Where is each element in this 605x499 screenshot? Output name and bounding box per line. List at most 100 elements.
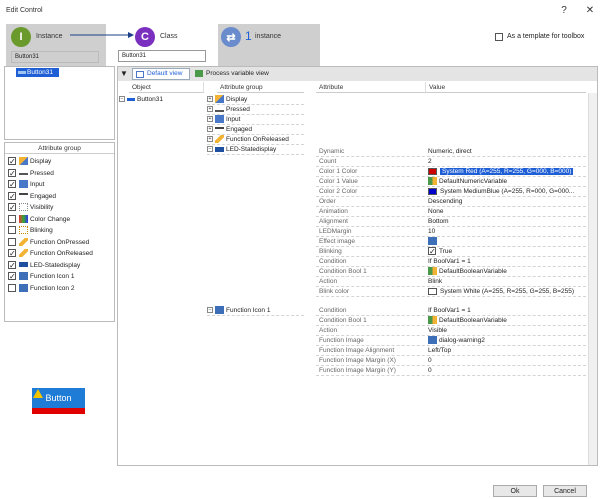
attribute-group-item[interactable]: Input <box>5 179 114 191</box>
attribute-group-checkbox[interactable] <box>8 168 16 177</box>
attribute-value[interactable]: If BoolVar1 = 1 <box>428 257 586 267</box>
object-column-header[interactable]: Object <box>129 82 204 93</box>
template-checkbox-row[interactable]: As a template for toolbox <box>495 33 584 43</box>
attribute-group-item[interactable]: Engaged <box>5 191 114 203</box>
attribute-row[interactable]: Alignment Bottom <box>316 217 586 227</box>
ok-button[interactable]: Ok <box>493 485 537 497</box>
attribute-group-checkbox[interactable] <box>8 249 16 258</box>
attribute-group-checkbox[interactable] <box>8 283 16 292</box>
process-view-button[interactable]: Process variable view <box>194 68 269 80</box>
attribute-row[interactable]: Animation None <box>316 207 586 217</box>
group-tree-item[interactable]: − LED-Statedisplay <box>207 145 304 155</box>
expand-icon[interactable]: + <box>207 136 213 143</box>
attribute-row[interactable]: Color 2 Color System MediumBlue (A=255, R… <box>316 187 586 197</box>
attribute-row[interactable]: Order Descending <box>316 197 586 207</box>
attribute-column-header[interactable]: Attribute <box>316 82 426 93</box>
attribute-value[interactable]: Blink <box>428 277 586 287</box>
attribute-value[interactable]: 2 <box>428 157 586 167</box>
attribute-value[interactable] <box>428 237 586 247</box>
attribute-row[interactable]: Action Visible <box>316 326 586 336</box>
attribute-group-checkbox[interactable] <box>8 180 16 189</box>
expand-icon[interactable]: + <box>207 116 213 123</box>
attribute-value[interactable]: Bottom <box>428 217 586 227</box>
attribute-row[interactable]: Color 1 Value DefaultNumericVariable <box>316 177 586 187</box>
attribute-value[interactable]: None <box>428 207 586 217</box>
collapse-icon[interactable]: − <box>207 146 213 153</box>
attribute-group-item[interactable]: Visibility <box>5 202 114 214</box>
object-tree-item[interactable]: − Button31 <box>119 95 163 105</box>
attribute-group-item[interactable]: Function Icon 2 <box>5 283 114 295</box>
attribute-row[interactable]: Color 1 Color System Red (A=255, R=255, G… <box>316 167 586 177</box>
value-column-header[interactable]: Value <box>426 82 586 93</box>
filter-icon[interactable]: ▼ <box>120 69 128 78</box>
attribute-value[interactable]: 0 <box>428 356 586 366</box>
attribute-group-item[interactable]: Blinking <box>5 225 114 237</box>
attribute-group-item[interactable]: Function OnReleased <box>5 248 114 260</box>
attribute-value[interactable]: DefaultBooleanVariable <box>428 267 586 277</box>
group-tree-item[interactable]: + Function OnReleased <box>207 135 304 145</box>
attribute-group-item[interactable]: LED-Statedisplay <box>5 260 114 272</box>
attribute-value[interactable]: Numeric, direct <box>428 147 586 157</box>
collapse-icon[interactable]: − <box>119 96 125 103</box>
instance-count-step[interactable]: ⇄ 1 instance <box>218 24 320 69</box>
attribute-group-item[interactable]: Color Change <box>5 214 114 226</box>
attribute-group-checkbox[interactable] <box>8 237 16 246</box>
group-tree-item[interactable]: + Pressed <box>207 105 304 115</box>
group-tree-item[interactable]: + Input <box>207 115 304 125</box>
group-column-header[interactable]: Attribute group <box>217 82 304 93</box>
attribute-group-item[interactable]: Function OnPressed <box>5 237 114 249</box>
attribute-row[interactable]: Blinking True <box>316 247 586 257</box>
attribute-value[interactable]: 0 <box>428 366 586 376</box>
attribute-value[interactable]: 10 <box>428 227 586 237</box>
vertical-scrollbar[interactable] <box>588 93 597 465</box>
group-tree-item[interactable]: + Display <box>207 95 304 105</box>
attribute-value[interactable]: DefaultBooleanVariable <box>428 316 586 326</box>
class-name-field[interactable]: Button31 <box>118 50 206 62</box>
attribute-group-checkbox[interactable] <box>8 260 16 269</box>
attribute-value[interactable]: System White (A=255, R=255, G=255, B=255… <box>428 287 586 297</box>
attribute-group-checkbox[interactable] <box>8 272 16 281</box>
class-step[interactable]: C Class Button31 <box>116 24 208 66</box>
attribute-value[interactable]: dialog-warning2 <box>428 336 586 346</box>
attribute-row[interactable]: Function Image Margin (X) 0 <box>316 356 586 366</box>
attribute-row[interactable]: Function Image dialog-warning2 <box>316 336 586 346</box>
attribute-value[interactable]: Visible <box>428 326 586 336</box>
attribute-value[interactable]: DefaultNumericVariable <box>428 177 586 187</box>
attribute-value[interactable]: True <box>428 247 586 257</box>
group-tree-item-function-icon-1[interactable]: − Function Icon 1 <box>207 306 304 316</box>
attribute-value[interactable]: If BoolVar1 = 1 <box>428 306 586 316</box>
attribute-group-checkbox[interactable] <box>8 191 16 200</box>
attribute-value[interactable]: Left/Top <box>428 346 586 356</box>
attribute-value[interactable]: System Red (A=255, R=255, G=000, B=000) <box>428 167 586 177</box>
value-checkbox[interactable] <box>428 247 436 256</box>
help-button[interactable]: ? <box>558 5 570 16</box>
close-button[interactable]: ✕ <box>584 5 596 16</box>
instance-name-field[interactable]: Button31 <box>11 51 99 63</box>
collapse-icon[interactable]: − <box>207 307 213 314</box>
tree-item-button31[interactable]: Button31 <box>16 68 59 77</box>
attribute-value[interactable]: System MediumBlue (A=255, R=000, G=000..… <box>428 187 586 197</box>
attribute-group-checkbox[interactable] <box>8 203 16 212</box>
expand-icon[interactable]: + <box>207 126 213 133</box>
attribute-row[interactable]: Condition If BoolVar1 = 1 <box>316 306 586 316</box>
expand-icon[interactable]: + <box>207 96 213 103</box>
attribute-row[interactable]: Action Blink <box>316 277 586 287</box>
attribute-row[interactable]: Condition If BoolVar1 = 1 <box>316 257 586 267</box>
attribute-row[interactable]: Count 2 <box>316 157 586 167</box>
attribute-group-checkbox[interactable] <box>8 226 16 235</box>
attribute-row[interactable]: Dynamic Numeric, direct <box>316 147 586 157</box>
default-view-button[interactable]: Default view <box>132 68 190 80</box>
attribute-row[interactable]: Condition Bool 1 DefaultBooleanVariable <box>316 316 586 326</box>
attribute-group-item[interactable]: Function Icon 1 <box>5 271 114 283</box>
attribute-group-checkbox[interactable] <box>8 214 16 223</box>
attribute-group-checkbox[interactable] <box>8 157 16 166</box>
cancel-button[interactable]: Cancel <box>543 485 587 497</box>
attribute-group-item[interactable]: Display <box>5 156 114 168</box>
attribute-row[interactable]: Effect image <box>316 237 586 247</box>
expand-icon[interactable]: + <box>207 106 213 113</box>
template-checkbox[interactable] <box>495 33 503 41</box>
group-tree-item[interactable]: + Engaged <box>207 125 304 135</box>
attribute-group-item[interactable]: Pressed <box>5 168 114 180</box>
attribute-row[interactable]: Function Image Margin (Y) 0 <box>316 366 586 376</box>
attribute-value[interactable]: Descending <box>428 197 586 207</box>
